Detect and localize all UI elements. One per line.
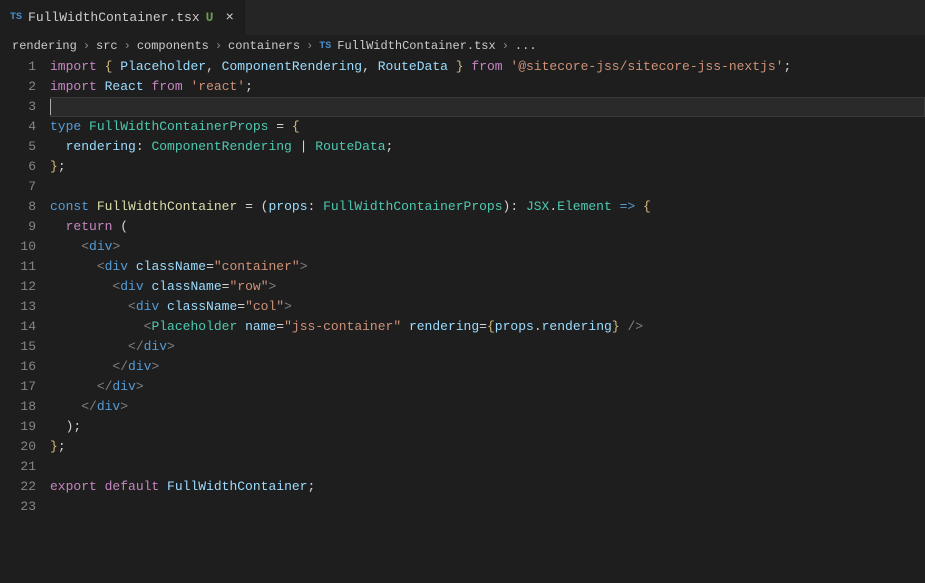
crumb-part[interactable]: components bbox=[137, 39, 209, 53]
code-line[interactable]: </div> bbox=[50, 397, 925, 417]
code-line[interactable]: import { Placeholder, ComponentRendering… bbox=[50, 57, 925, 77]
line-number: 16 bbox=[0, 357, 36, 377]
editor-tab[interactable]: TS FullWidthContainer.tsx U × bbox=[0, 0, 245, 35]
line-number: 22 bbox=[0, 477, 36, 497]
code-line[interactable]: rendering: ComponentRendering | RouteDat… bbox=[50, 137, 925, 157]
cursor bbox=[50, 99, 51, 115]
line-number: 15 bbox=[0, 337, 36, 357]
line-number: 7 bbox=[0, 177, 36, 197]
tab-bar: TS FullWidthContainer.tsx U × bbox=[0, 0, 925, 35]
crumb-part[interactable]: rendering bbox=[12, 39, 77, 53]
line-number: 2 bbox=[0, 77, 36, 97]
line-number: 18 bbox=[0, 397, 36, 417]
code-content[interactable]: import { Placeholder, ComponentRendering… bbox=[50, 57, 925, 583]
line-number: 23 bbox=[0, 497, 36, 517]
code-line[interactable]: const FullWidthContainer = (props: FullW… bbox=[50, 197, 925, 217]
code-line[interactable] bbox=[50, 177, 925, 197]
code-line[interactable]: <div className="row"> bbox=[50, 277, 925, 297]
code-line-current[interactable] bbox=[50, 97, 925, 117]
chevron-right-icon: › bbox=[83, 39, 90, 53]
code-line[interactable]: }; bbox=[50, 437, 925, 457]
line-number: 4 bbox=[0, 117, 36, 137]
line-number: 10 bbox=[0, 237, 36, 257]
line-number: 21 bbox=[0, 457, 36, 477]
code-line[interactable]: return ( bbox=[50, 217, 925, 237]
chevron-right-icon: › bbox=[502, 39, 509, 53]
ts-icon: TS bbox=[319, 41, 331, 52]
code-line[interactable]: type FullWidthContainerProps = { bbox=[50, 117, 925, 137]
code-line[interactable]: export default FullWidthContainer; bbox=[50, 477, 925, 497]
line-number: 5 bbox=[0, 137, 36, 157]
line-number: 17 bbox=[0, 377, 36, 397]
breadcrumb[interactable]: rendering › src › components › container… bbox=[0, 35, 925, 57]
line-number: 9 bbox=[0, 217, 36, 237]
crumb-part[interactable]: src bbox=[96, 39, 118, 53]
close-icon[interactable]: × bbox=[225, 10, 233, 26]
crumb-file[interactable]: FullWidthContainer.tsx bbox=[337, 39, 495, 53]
code-line[interactable]: </div> bbox=[50, 357, 925, 377]
chevron-right-icon: › bbox=[215, 39, 222, 53]
crumb-part[interactable]: containers bbox=[228, 39, 300, 53]
code-line[interactable] bbox=[50, 457, 925, 477]
code-line[interactable]: <div className="container"> bbox=[50, 257, 925, 277]
line-number: 12 bbox=[0, 277, 36, 297]
code-line[interactable]: ); bbox=[50, 417, 925, 437]
line-number: 14 bbox=[0, 317, 36, 337]
code-line[interactable]: </div> bbox=[50, 377, 925, 397]
code-line[interactable] bbox=[50, 497, 925, 517]
crumb-trailing[interactable]: ... bbox=[515, 39, 537, 53]
code-line[interactable]: import React from 'react'; bbox=[50, 77, 925, 97]
code-line[interactable]: <div> bbox=[50, 237, 925, 257]
line-number: 13 bbox=[0, 297, 36, 317]
line-number: 6 bbox=[0, 157, 36, 177]
line-number: 19 bbox=[0, 417, 36, 437]
editor-area[interactable]: 1 2 3 4 5 6 7 8 9 10 11 12 13 14 15 16 1… bbox=[0, 57, 925, 583]
tab-modified-flag: U bbox=[206, 10, 214, 25]
line-number: 3 bbox=[0, 97, 36, 117]
chevron-right-icon: › bbox=[124, 39, 131, 53]
ts-icon: TS bbox=[10, 12, 22, 23]
code-line[interactable]: <Placeholder name="jss-container" render… bbox=[50, 317, 925, 337]
line-number: 8 bbox=[0, 197, 36, 217]
line-gutter: 1 2 3 4 5 6 7 8 9 10 11 12 13 14 15 16 1… bbox=[0, 57, 50, 583]
line-number: 1 bbox=[0, 57, 36, 77]
tab-filename: FullWidthContainer.tsx bbox=[28, 10, 200, 25]
code-line[interactable]: </div> bbox=[50, 337, 925, 357]
line-number: 20 bbox=[0, 437, 36, 457]
code-line[interactable]: }; bbox=[50, 157, 925, 177]
chevron-right-icon: › bbox=[306, 39, 313, 53]
line-number: 11 bbox=[0, 257, 36, 277]
code-line[interactable]: <div className="col"> bbox=[50, 297, 925, 317]
